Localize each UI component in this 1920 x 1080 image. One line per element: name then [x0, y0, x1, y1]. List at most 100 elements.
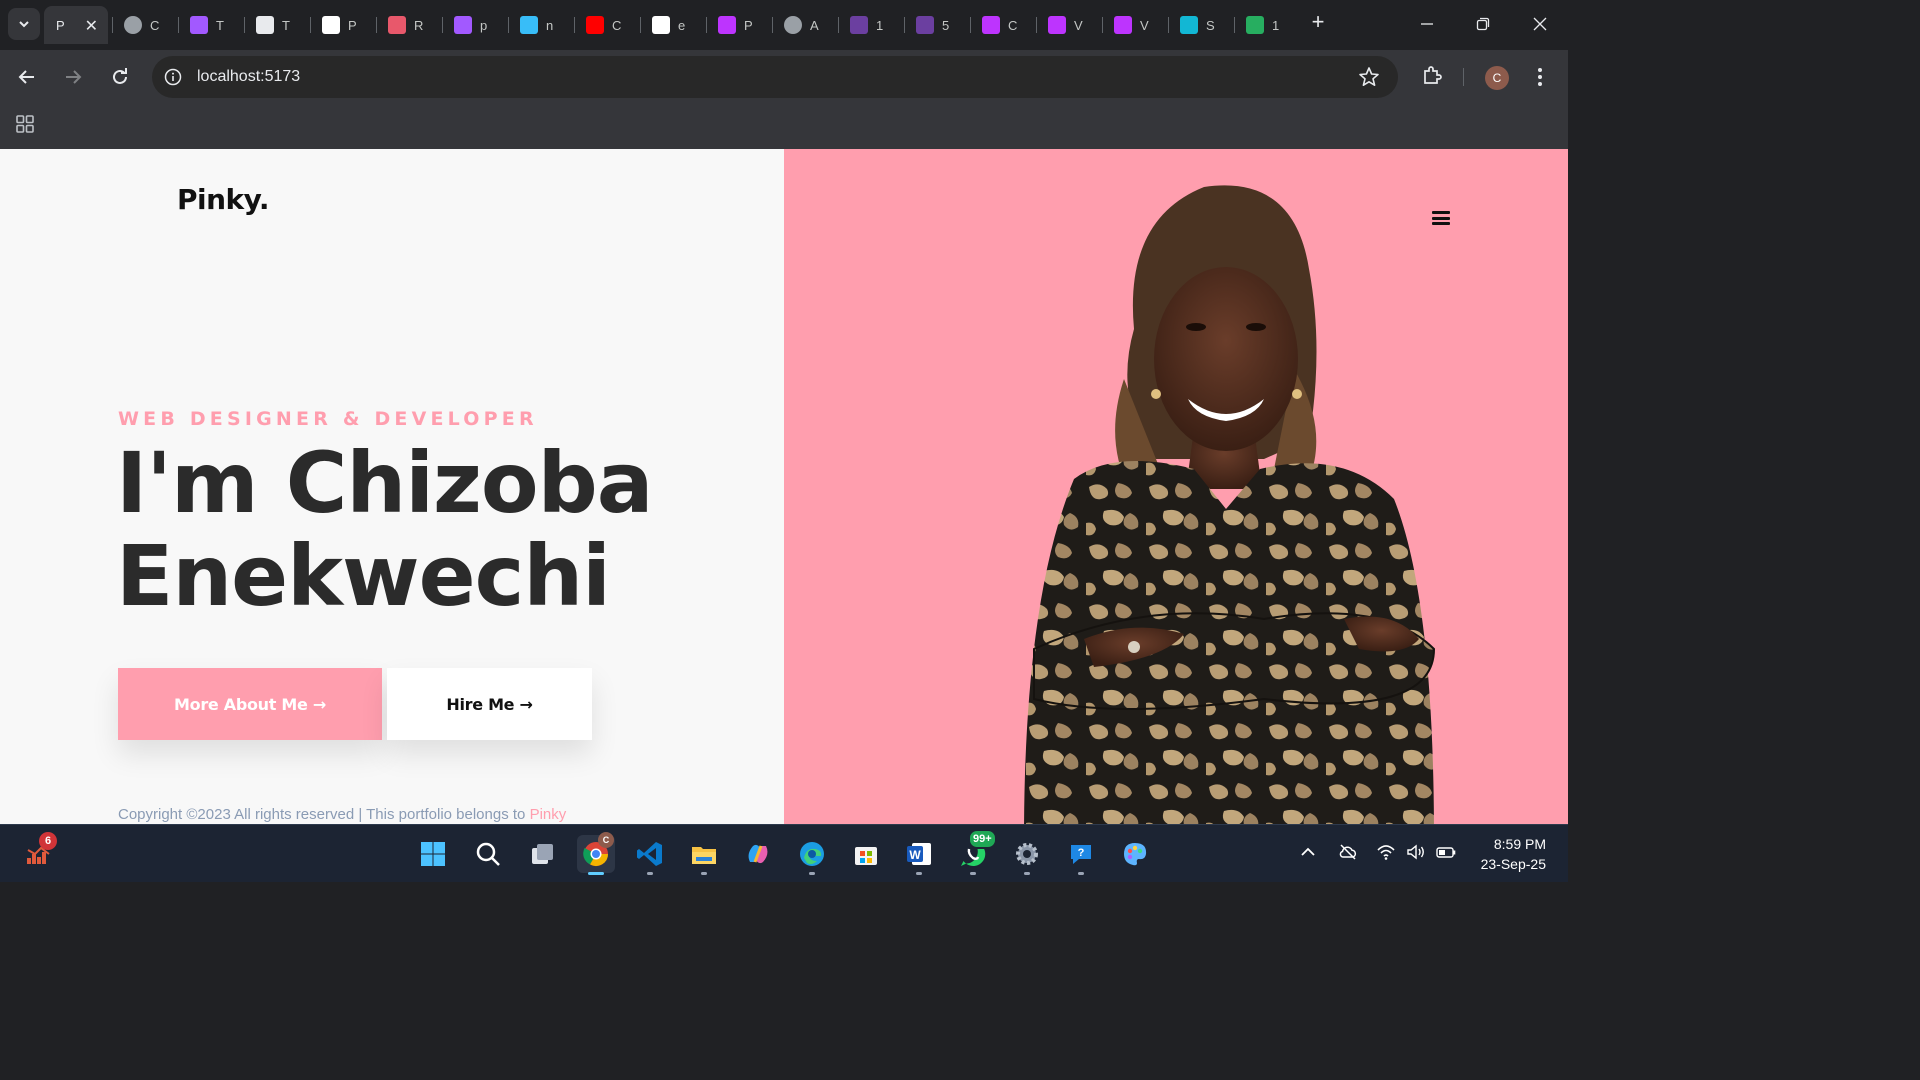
taskbar-copilot[interactable] — [739, 835, 777, 873]
copyright-body: Copyright ©2023 All rights reserved | Th… — [118, 806, 530, 823]
battery-icon — [1436, 847, 1456, 858]
address-bar[interactable]: localhost:5173 — [152, 56, 1398, 98]
forward-button[interactable] — [59, 63, 87, 91]
chevron-up-icon — [1301, 847, 1315, 856]
taskbar-whatsapp[interactable]: 99+ — [954, 829, 997, 875]
taskbar-settings[interactable] — [1008, 835, 1046, 875]
tab[interactable]: S — [1168, 6, 1234, 44]
more-about-me-button[interactable]: More About Me → — [118, 668, 382, 740]
page-viewport: Pinky. WEB DESIGNER & DEVELOPER I'm Chiz… — [0, 149, 1568, 824]
tab[interactable]: e — [640, 6, 706, 44]
windows-start-icon — [421, 842, 445, 866]
tab[interactable]: P — [706, 6, 772, 44]
reload-button[interactable] — [106, 63, 134, 91]
tab[interactable]: T — [244, 6, 310, 44]
taskbar-store[interactable] — [847, 835, 885, 873]
tab-title: e — [678, 17, 686, 33]
vscode-icon — [637, 842, 662, 866]
globe-icon — [784, 16, 802, 34]
search-icon — [476, 842, 500, 866]
tab[interactable]: C — [970, 6, 1036, 44]
tab[interactable]: R — [376, 6, 442, 44]
paint-icon — [1124, 843, 1147, 866]
edge-icon — [800, 842, 824, 866]
extensions-icon[interactable] — [1420, 64, 1444, 88]
task-view-button[interactable] — [523, 835, 561, 873]
start-button[interactable] — [414, 835, 452, 873]
taskbar-get-help[interactable]: ? — [1062, 835, 1100, 875]
apps-grid-icon[interactable] — [14, 113, 36, 135]
taskbar-paint[interactable] — [1116, 835, 1154, 873]
youtube-icon — [586, 16, 604, 34]
tray-overflow-button[interactable] — [1297, 841, 1319, 863]
chevron-down-icon — [19, 21, 29, 28]
tab[interactable]: 1 — [838, 6, 904, 44]
profile-avatar[interactable]: C — [1485, 66, 1509, 90]
back-button[interactable] — [13, 63, 41, 91]
tray-onedrive[interactable] — [1337, 841, 1359, 863]
tab[interactable]: T — [178, 6, 244, 44]
tab[interactable]: C — [574, 6, 640, 44]
chrome-profile-badge: C — [598, 832, 614, 848]
bookmarks-bar — [0, 104, 1568, 149]
tab[interactable]: n — [508, 6, 574, 44]
arrow-right-icon — [66, 70, 82, 84]
restore-icon — [1476, 17, 1490, 31]
github-icon — [322, 16, 340, 34]
hero-right-panel — [784, 149, 1568, 824]
tab-title: P — [348, 17, 357, 33]
wifi-icon — [1377, 845, 1395, 860]
widgets-badge: 6 — [39, 832, 57, 850]
figma-icon — [454, 16, 472, 34]
copyright-link[interactable]: Pinky — [530, 806, 567, 823]
hire-me-button[interactable]: Hire Me → — [387, 668, 592, 740]
minimize-icon — [1421, 23, 1433, 25]
tailwind-icon — [520, 16, 538, 34]
minimize-button[interactable] — [1415, 12, 1439, 36]
taskbar-file-explorer[interactable] — [685, 835, 723, 875]
browser-toolbar: localhost:5173 — [0, 50, 1568, 104]
site-info-icon[interactable] — [164, 68, 182, 86]
cloud-offline-icon — [1339, 844, 1357, 860]
close-window-button[interactable] — [1528, 12, 1552, 36]
tab[interactable]: C — [112, 6, 178, 44]
tab-title: T — [216, 17, 224, 33]
close-icon — [1533, 17, 1547, 31]
system-clock[interactable]: 8:59 PM 23-Sep-25 — [1481, 834, 1546, 874]
tab[interactable]: 1 — [1234, 6, 1300, 44]
taskbar-edge[interactable] — [793, 835, 831, 875]
site-logo[interactable]: Pinky. — [177, 183, 270, 216]
taskbar-chrome[interactable]: C — [577, 832, 615, 875]
bookmark-star-icon[interactable] — [1358, 66, 1380, 88]
arrow-left-icon — [18, 70, 34, 84]
taskbar-search-button[interactable] — [469, 835, 507, 873]
widgets-button[interactable]: 6 — [20, 832, 58, 873]
tab[interactable]: 5 — [904, 6, 970, 44]
tab[interactable]: p — [442, 6, 508, 44]
tab-close-icon[interactable]: ✕ — [85, 16, 98, 36]
vite-icon — [1114, 16, 1132, 34]
tray-battery[interactable] — [1435, 841, 1457, 863]
file-explorer-icon — [692, 847, 716, 864]
clock-date: 23-Sep-25 — [1480, 856, 1546, 872]
tab-strip: P ✕ C T T P Rp n Ce P A 1 5 C V V S 1 + — [0, 0, 1568, 50]
url-text: localhost:5173 — [197, 68, 301, 85]
taskbar-vscode[interactable] — [631, 835, 669, 875]
tab-search-button[interactable] — [8, 8, 40, 40]
tab[interactable]: V — [1102, 6, 1168, 44]
s-app-icon — [1180, 16, 1198, 34]
tab-active[interactable]: P ✕ — [44, 6, 108, 44]
figma-icon — [190, 16, 208, 34]
tab[interactable]: P — [310, 6, 376, 44]
tab[interactable]: A — [772, 6, 838, 44]
tab-list: P ✕ C T T P Rp n Ce P A 1 5 C V V S 1 — [44, 6, 1300, 44]
svg-text:?: ? — [1078, 847, 1085, 859]
browser-menu-button[interactable] — [1530, 64, 1550, 90]
speaker-icon — [1407, 844, 1424, 860]
restore-button[interactable] — [1471, 12, 1495, 36]
new-tab-button[interactable]: + — [1307, 11, 1329, 34]
tab[interactable]: V — [1036, 6, 1102, 44]
tray-volume[interactable] — [1405, 841, 1427, 863]
taskbar-word[interactable]: W — [900, 835, 938, 875]
tray-wifi[interactable] — [1375, 841, 1397, 863]
